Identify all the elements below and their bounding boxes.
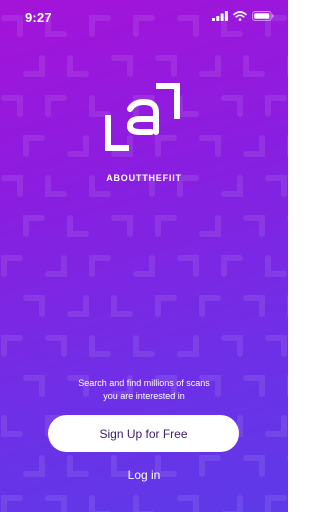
pattern-bracket	[23, 215, 45, 237]
pattern-bracket	[1, 95, 23, 117]
pattern-bracket	[265, 335, 287, 357]
pattern-bracket	[243, 375, 265, 397]
pattern-bracket	[45, 95, 67, 117]
pattern-bracket	[199, 295, 221, 317]
tagline: Search and find millions of scans you ar…	[40, 377, 248, 403]
pattern-bracket	[199, 55, 221, 77]
pattern-bracket	[1, 255, 23, 277]
pattern-bracket	[133, 255, 155, 277]
pattern-bracket	[199, 215, 221, 237]
pattern-bracket	[265, 495, 287, 512]
status-time: 9:27	[25, 10, 52, 25]
pattern-bracket	[265, 415, 287, 437]
pattern-bracket	[89, 335, 111, 357]
pattern-bracket	[265, 255, 287, 277]
wifi-icon	[233, 11, 247, 21]
pattern-bracket	[221, 495, 243, 512]
pattern-bracket	[1, 335, 23, 357]
pattern-bracket	[243, 55, 265, 77]
pattern-bracket	[1, 495, 23, 512]
pattern-bracket	[67, 55, 89, 77]
pattern-bracket	[221, 255, 243, 277]
tagline-line-2: you are interested in	[103, 391, 185, 401]
pattern-bracket	[67, 295, 89, 317]
status-icons	[212, 11, 274, 21]
battery-icon	[252, 11, 274, 21]
pattern-bracket	[89, 495, 111, 512]
pattern-bracket	[199, 455, 221, 477]
pattern-bracket	[67, 455, 89, 477]
pattern-bracket	[177, 255, 199, 277]
pattern-bracket	[89, 255, 111, 277]
pattern-bracket	[1, 415, 23, 437]
pattern-bracket	[155, 215, 177, 237]
welcome-screen: 9:27 ABOUTTHEFIIT Search and find millio…	[0, 0, 288, 512]
pattern-bracket	[23, 135, 45, 157]
pattern-bracket	[177, 495, 199, 512]
pattern-bracket	[45, 495, 67, 512]
pattern-bracket	[45, 255, 67, 277]
pattern-bracket	[111, 215, 133, 237]
pattern-bracket	[133, 335, 155, 357]
pattern-bracket	[111, 55, 133, 77]
tagline-line-1: Search and find millions of scans	[78, 378, 210, 388]
status-bar: 9:27	[0, 0, 288, 32]
pattern-bracket	[221, 335, 243, 357]
pattern-bracket	[23, 55, 45, 77]
pattern-bracket	[221, 95, 243, 117]
pattern-bracket	[243, 295, 265, 317]
pattern-bracket	[199, 135, 221, 157]
pattern-bracket	[111, 295, 133, 317]
pattern-bracket	[243, 135, 265, 157]
pattern-bracket	[67, 215, 89, 237]
signal-icon	[212, 11, 228, 21]
pattern-bracket	[133, 495, 155, 512]
pattern-bracket	[155, 55, 177, 77]
bracket-a-logo-icon	[105, 83, 180, 151]
pattern-bracket	[265, 95, 287, 117]
pattern-bracket	[177, 335, 199, 357]
pattern-bracket	[45, 335, 67, 357]
pattern-bracket	[67, 135, 89, 157]
sign-up-button[interactable]: Sign Up for Free	[48, 415, 239, 452]
pattern-bracket	[243, 215, 265, 237]
pattern-bracket	[23, 455, 45, 477]
pattern-bracket	[155, 295, 177, 317]
pattern-bracket	[243, 455, 265, 477]
log-in-link[interactable]: Log in	[104, 468, 184, 482]
pattern-bracket	[23, 295, 45, 317]
brand-name: ABOUTTHEFIIT	[106, 173, 182, 183]
